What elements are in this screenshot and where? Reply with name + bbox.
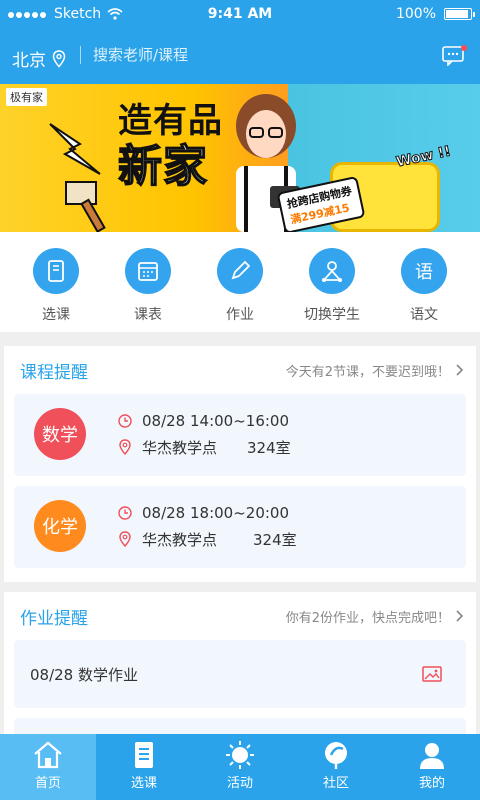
- subject-badge-math: 数学: [34, 408, 86, 460]
- homework-reminder-card: 作业提醒 你有2份作业，快点完成吧！ 08/28 数学作业: [4, 592, 476, 734]
- sun-icon: [226, 741, 254, 769]
- tab-label: 首页: [34, 776, 61, 791]
- lesson-place: 华杰教学点: [142, 438, 218, 457]
- status-bar: Sketch 9:41 AM 100%: [0, 0, 480, 30]
- notebook-icon: [33, 248, 79, 294]
- battery-icon: [444, 8, 475, 20]
- brand-logo: 极有家: [6, 88, 47, 106]
- quick-item-label: 作业: [226, 307, 254, 323]
- quick-menu: 选课 课表 作业 切换学生 语 语文: [0, 232, 480, 332]
- quick-item-timetable[interactable]: 课表: [108, 232, 188, 332]
- subject-badge-chemistry: 化学: [34, 500, 86, 552]
- tab-label: 活动: [226, 776, 253, 791]
- quick-item-select-course[interactable]: 选课: [16, 232, 96, 332]
- homework-item-partial[interactable]: [14, 718, 466, 734]
- tab-activity[interactable]: 活动: [192, 734, 288, 800]
- homework-reminder-title: 作业提醒: [20, 608, 88, 629]
- hammer-icon: [65, 181, 106, 232]
- clock-icon: [118, 414, 132, 428]
- tab-label: 社区: [322, 776, 349, 791]
- search-placeholder: 搜索老师/课程: [93, 46, 189, 64]
- tab-label: 选课: [130, 776, 157, 791]
- top-bar: Sketch 9:41 AM 100% 北京 搜索老师/课程: [0, 0, 480, 84]
- tab-community[interactable]: 社区: [288, 734, 384, 800]
- lesson-room: 324室: [247, 438, 291, 457]
- tab-me[interactable]: 我的: [384, 734, 480, 800]
- location-pin-icon: [119, 531, 131, 547]
- chevron-right-icon: [456, 610, 464, 622]
- banner-headline: 造有品 新家: [117, 98, 223, 192]
- image-icon: [422, 666, 442, 682]
- tab-bar: 首页 选课 活动 社区 我的: [0, 734, 480, 800]
- headline-line1: 造有品: [118, 101, 223, 141]
- lesson-room: 324室: [253, 530, 297, 549]
- homework-reminder-header[interactable]: 作业提醒 你有2份作业，快点完成吧！: [4, 592, 476, 640]
- lesson-card-math[interactable]: 数学 08/28 14:00~16:00 华杰教学点 324室: [14, 394, 466, 476]
- home-icon: [34, 741, 62, 769]
- notebook-icon: [135, 742, 153, 768]
- battery-percent: 100%: [395, 6, 436, 22]
- course-reminder-title: 课程提醒: [20, 362, 88, 383]
- city-selector[interactable]: 北京: [12, 46, 66, 71]
- lesson-place: 华杰教学点: [142, 530, 218, 549]
- community-icon: [325, 742, 347, 769]
- search-input[interactable]: 搜索老师/课程: [80, 44, 188, 65]
- quick-item-switch-student[interactable]: 切换学生: [292, 232, 372, 332]
- header: 北京 搜索老师/课程: [0, 30, 480, 84]
- location-pin-icon: [52, 49, 66, 68]
- user-icon: [420, 743, 444, 769]
- quick-item-label: 选课: [42, 307, 70, 323]
- location-pin-icon: [119, 439, 131, 455]
- homework-item[interactable]: 08/28 数学作业: [14, 640, 466, 708]
- course-reminder-card: 课程提醒 今天有2节课，不要迟到哦！ 数学 08/28 14:00~16:00 …: [4, 346, 476, 582]
- tab-select-course[interactable]: 选课: [96, 734, 192, 800]
- chevron-right-icon: [456, 364, 464, 376]
- clock-icon: [118, 506, 132, 520]
- city-label: 北京: [12, 51, 46, 71]
- homework-reminder-tip: 你有2份作业，快点完成吧！: [285, 610, 450, 626]
- search-divider: [80, 45, 81, 64]
- lesson-card-chemistry[interactable]: 化学 08/28 18:00~20:00 华杰教学点 324室: [14, 486, 466, 568]
- quick-item-chinese[interactable]: 语 语文: [384, 232, 464, 332]
- promo-banner[interactable]: 极有家 造有品 新家 抢跨店购物券 满299减15 Wow !! 广告: [0, 84, 480, 232]
- course-reminder-header[interactable]: 课程提醒 今天有2节课，不要迟到哦！: [4, 346, 476, 394]
- homework-item-text: 08/28 数学作业: [30, 666, 138, 684]
- quick-item-label: 切换学生: [304, 307, 360, 323]
- chinese-subject-icon: 语: [401, 248, 447, 294]
- tab-home[interactable]: 首页: [0, 734, 96, 800]
- quick-item-label: 课表: [134, 307, 162, 323]
- tab-label: 我的: [418, 776, 445, 791]
- switch-student-icon: [309, 248, 355, 294]
- quick-item-homework[interactable]: 作业: [200, 232, 280, 332]
- course-reminder-tip: 今天有2节课，不要迟到哦！: [285, 364, 450, 380]
- message-icon[interactable]: [442, 44, 468, 66]
- pen-icon: [217, 248, 263, 294]
- calendar-icon: [125, 248, 171, 294]
- lesson-time: 08/28 18:00~20:00: [142, 504, 290, 522]
- lesson-time: 08/28 14:00~16:00: [142, 412, 290, 430]
- quick-item-label: 语文: [410, 307, 438, 323]
- headline-line2: 新家: [117, 141, 208, 192]
